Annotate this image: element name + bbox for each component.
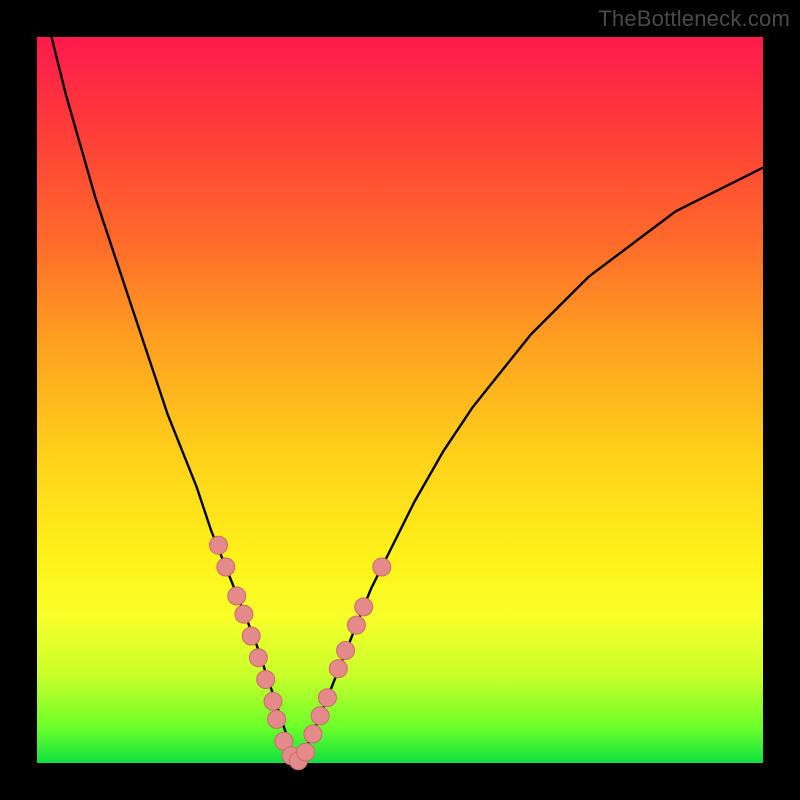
highlight-dot: [329, 660, 347, 678]
highlight-dot: [210, 536, 228, 554]
highlight-dots: [210, 536, 391, 770]
highlight-dot: [264, 692, 282, 710]
plot-area: [37, 37, 763, 763]
highlight-dot: [297, 743, 315, 761]
highlight-dot: [235, 605, 253, 623]
highlight-dot: [217, 558, 235, 576]
highlight-dot: [337, 642, 355, 660]
attribution-label: TheBottleneck.com: [598, 6, 790, 32]
chart-svg: [37, 37, 763, 763]
highlight-dot: [228, 587, 246, 605]
highlight-dot: [373, 558, 391, 576]
highlight-dot: [249, 649, 267, 667]
highlight-dot: [311, 707, 329, 725]
highlight-dot: [257, 671, 275, 689]
highlight-dot: [242, 627, 260, 645]
highlight-dot: [304, 725, 322, 743]
highlight-dot: [355, 598, 373, 616]
highlight-dot: [268, 710, 286, 728]
highlight-dot: [347, 616, 365, 634]
chart-frame: TheBottleneck.com: [0, 0, 800, 800]
highlight-dot: [318, 689, 336, 707]
bottleneck-curve: [52, 37, 764, 763]
